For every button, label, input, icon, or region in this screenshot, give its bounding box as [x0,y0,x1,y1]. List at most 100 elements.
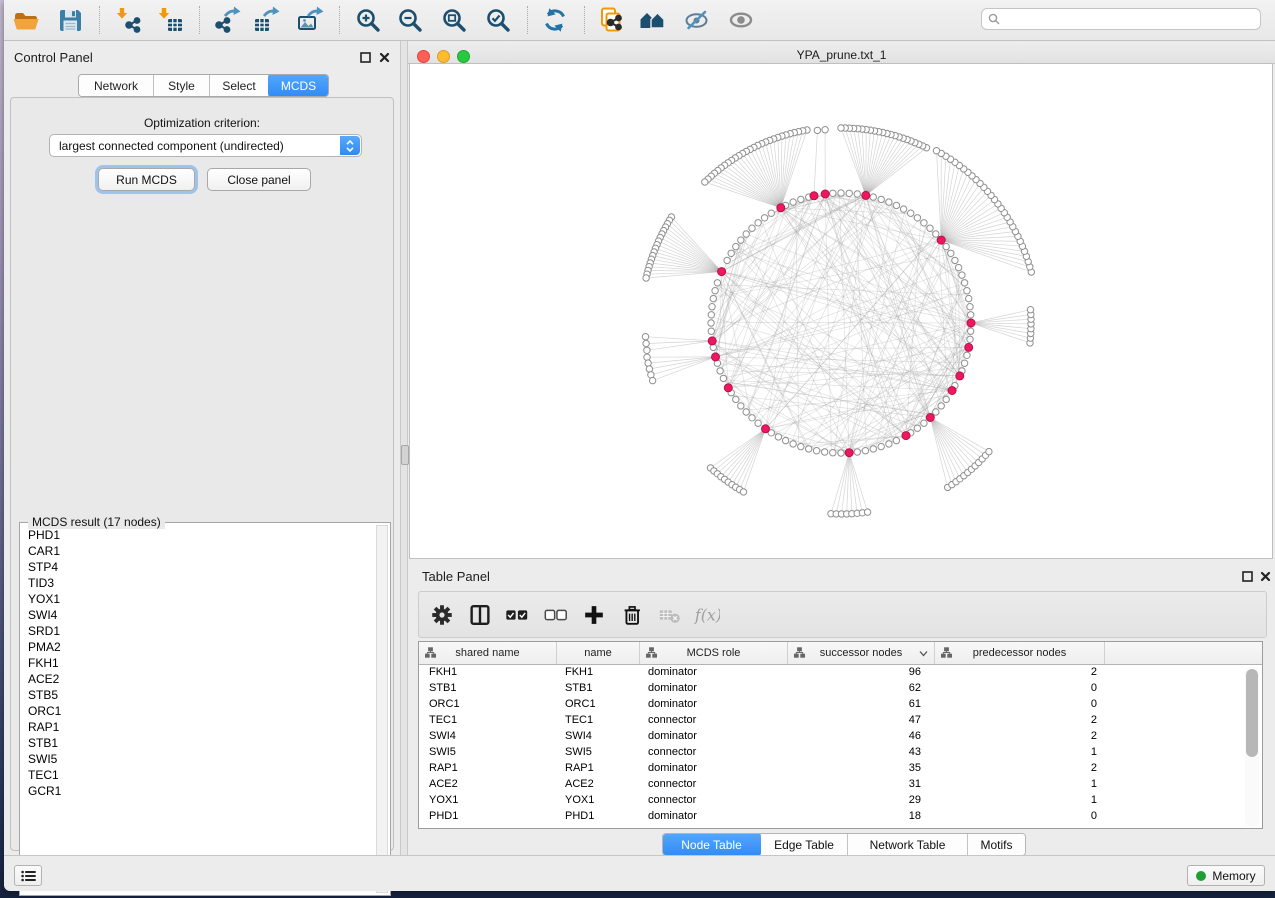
tab-mcds[interactable]: MCDS [268,74,329,97]
table-scrollbar[interactable] [1245,667,1259,827]
table-row[interactable]: SWI5SWI5connector431 [419,744,1262,760]
mcds-result-item[interactable]: STB1 [22,735,374,751]
close-panel-icon[interactable] [378,51,391,64]
mcds-result-item[interactable]: PHD1 [22,527,374,543]
mcds-result-item[interactable]: CAR1 [22,543,374,559]
tab-network-table[interactable]: Network Table [848,834,968,855]
mcds-result-item[interactable]: TEC1 [22,767,374,783]
table-row[interactable]: PHD1PHD1dominator180 [419,808,1262,824]
mcds-result-item[interactable]: ACE2 [22,671,374,687]
run-mcds-button[interactable]: Run MCDS [98,168,195,191]
float-window-icon[interactable] [359,51,372,64]
cell-successor-nodes: 35 [788,760,935,776]
open-file-button[interactable] [11,5,41,35]
mcds-result-item[interactable]: SWI5 [22,751,374,767]
search-input[interactable] [1004,11,1260,27]
column-label: name [584,647,612,659]
tab-edge-table[interactable]: Edge Table [761,834,848,855]
network-from-document-button[interactable] [596,5,626,35]
float-table-panel-icon[interactable] [1241,570,1254,583]
deselect-all-button[interactable] [542,601,570,629]
cell-shared-name: ACE2 [419,776,557,792]
mcds-result-item[interactable]: RAP1 [22,719,374,735]
cell-MCDS-role: connector [640,776,788,792]
show-all-button[interactable] [726,5,756,35]
cell-predecessor-nodes: 0 [935,808,1105,824]
table-row[interactable]: SWI4SWI4dominator462 [419,728,1262,744]
network-graph[interactable] [410,64,1272,558]
cell-successor-nodes: 47 [788,712,935,728]
table-row[interactable]: TEC1TEC1connector472 [419,712,1262,728]
mcds-result-item[interactable]: GCR1 [22,783,374,799]
cell-predecessor-nodes: 2 [935,760,1105,776]
zoom-fit-button[interactable] [439,5,469,35]
optimization-criterion-select[interactable]: largest connected component (undirected) [49,134,362,157]
hide-selected-icon [683,6,711,34]
mcds-list-scrollbar[interactable] [376,525,388,893]
column-header-successor-nodes[interactable]: successor nodes [788,642,935,664]
export-network-button[interactable] [212,5,242,35]
search-box[interactable] [981,8,1261,30]
zoom-selected-button[interactable] [483,5,513,35]
mcds-result-item[interactable]: YOX1 [22,591,374,607]
memory-button[interactable]: Memory [1187,865,1265,886]
first-neighbors-button[interactable] [638,5,668,35]
show-panels-menu-button[interactable] [14,865,42,886]
table-row[interactable]: ACE2ACE2connector311 [419,776,1262,792]
cell-MCDS-role: connector [640,712,788,728]
hide-selected-button[interactable] [682,5,712,35]
cell-MCDS-role: dominator [640,808,788,824]
mcds-result-item[interactable]: FKH1 [22,655,374,671]
table-row[interactable]: YOX1YOX1connector291 [419,792,1262,808]
zoom-out-button[interactable] [395,5,425,35]
function-builder-button[interactable]: f(x) [693,601,721,629]
table-scrollbar-thumb[interactable] [1246,669,1258,757]
tab-style[interactable]: Style [154,75,210,96]
tab-select[interactable]: Select [210,75,269,96]
mcds-result-item[interactable]: SWI4 [22,607,374,623]
column-header-name[interactable]: name [557,642,640,664]
mcds-result-item[interactable]: TID3 [22,575,374,591]
table-settings-button[interactable] [428,601,456,629]
table-row[interactable]: ORC1ORC1dominator610 [419,696,1262,712]
vertical-splitter[interactable] [400,41,408,855]
apply-layout-button[interactable] [540,5,570,35]
tab-network[interactable]: Network [79,75,154,96]
mcds-result-item[interactable]: SRD1 [22,623,374,639]
network-canvas[interactable] [409,63,1273,559]
network-title: YPA_prune.txt_1 [408,48,1275,62]
save-session-button[interactable] [55,5,85,35]
cell-successor-nodes: 29 [788,792,935,808]
tab-motifs[interactable]: Motifs [968,834,1025,855]
add-column-button[interactable] [580,601,608,629]
close-table-panel-icon[interactable] [1259,570,1272,583]
mcds-result-item[interactable]: ORC1 [22,703,374,719]
cell-shared-name: SWI5 [419,744,557,760]
import-table-button[interactable] [155,5,185,35]
zoom-in-button[interactable] [353,5,383,35]
column-header-shared-name[interactable]: shared name [419,642,557,664]
column-header-predecessor-nodes[interactable]: predecessor nodes [935,642,1105,664]
select-all-button[interactable] [503,601,531,629]
tab-node-table[interactable]: Node Table [662,833,762,856]
table-row[interactable]: RAP1RAP1dominator352 [419,760,1262,776]
table-row[interactable]: STB1STB1dominator620 [419,680,1262,696]
app-window: Control Panel NetworkStyleSelectMCDS Opt… [4,0,1275,890]
toggle-panels-button[interactable] [466,601,494,629]
apply-layout-icon [541,6,569,34]
column-header-MCDS-role[interactable]: MCDS role [640,642,788,664]
export-image-button[interactable] [295,5,325,35]
close-panel-button[interactable]: Close panel [207,168,311,191]
mcds-result-item[interactable]: STP4 [22,559,374,575]
import-network-icon [114,6,142,34]
table-row[interactable]: FKH1FKH1dominator962 [419,664,1262,680]
delete-selected-button[interactable] [618,601,646,629]
export-table-icon [252,6,280,34]
save-session-icon [56,6,84,34]
zoom-in-icon [354,6,382,34]
delete-table-button[interactable] [656,601,684,629]
mcds-result-item[interactable]: STB5 [22,687,374,703]
export-table-button[interactable] [251,5,281,35]
import-network-button[interactable] [113,5,143,35]
mcds-result-item[interactable]: PMA2 [22,639,374,655]
